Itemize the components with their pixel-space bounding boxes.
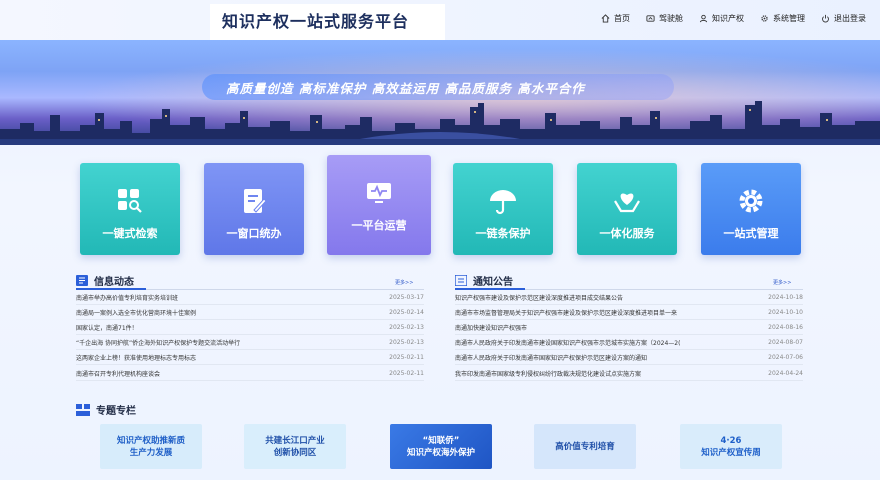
tile-protection-label: 一链条保护 [475,227,531,240]
home-icon [601,14,610,23]
news-more-link[interactable]: 更多>> [395,279,413,286]
top-nav: 首页 驾驶舱 知识产权 系统管理 退出登录 [601,13,866,24]
list-item[interactable]: 南通市召开专利代理机构座谈会 2025-02-11 [76,366,424,381]
list-item[interactable]: 知识产权强市建设及保护示范区建设深度推进项目成交结果公告 2024-10-18 [455,290,803,305]
news-item-title: 国家认定，南通71件！ [76,324,138,332]
notice-item-date: 2024-10-10 [768,308,803,316]
notice-item-title: 知识产权强市建设及保护示范区建设深度推进项目成交结果公告 [455,294,624,302]
user-icon [699,14,708,23]
topic-card-overseas[interactable]: “知联侨” 知识产权海外保护 [390,424,492,469]
nav-logout[interactable]: 退出登录 [821,13,866,24]
notice-item-title: 南通市市场监督管理局关于知识产权强市建设及保护示范区建设深度推进项目单一来 [455,309,678,317]
list-item[interactable]: “千企出海 协同护航”侨企海外知识产权保护专题交流活动举行 2025-02-13 [76,335,424,350]
tile-platform-label: 一平台运营 [351,219,407,232]
topic-card-label: “知联侨” 知识产权海外保护 [406,435,475,458]
news-item-title: 南通市召开专利代理机构座谈会 [76,370,161,378]
notice-item-date: 2024-10-18 [768,293,803,301]
topic-card-new-productivity[interactable]: 知识产权助推新质 生产力发展 [100,424,202,469]
news-header: 信息动态 [76,273,134,288]
topic-card-label: 4·26 知识产权宣传周 [701,435,761,458]
monitor-icon [367,183,391,203]
notice-more-link[interactable]: 更多>> [773,279,791,286]
notice-item-date: 2024-08-16 [768,323,803,331]
news-item-date: 2025-03-17 [389,293,424,301]
gear-icon [739,189,763,213]
nav-ip-label: 知识产权 [712,14,744,23]
umbrella-icon [490,190,516,215]
tile-service-label: 一体化服务 [599,227,655,240]
topic-card-yangtze[interactable]: 共建长江口产业 创新协同区 [244,424,346,469]
news-icon [76,275,88,286]
gear-icon [761,15,768,22]
tile-window[interactable]: 一窗口统办 [204,163,304,255]
tile-protection[interactable]: 一链条保护 [453,163,553,255]
tile-platform[interactable]: 一平台运营 [327,155,431,255]
tile-service[interactable]: 一体化服务 [577,163,677,255]
nav-logout-label: 退出登录 [834,14,866,23]
nav-home[interactable]: 首页 [601,13,630,24]
nav-ip[interactable]: 知识产权 [699,13,744,24]
nav-dashboard-label: 驾驶舱 [659,14,683,23]
hero-banner: 高质量创造 高标准保护 高效益运用 高品质服务 高水平合作 [0,40,880,145]
tile-window-label: 一窗口统办 [226,227,282,240]
dashboard-icon [646,15,655,22]
list-item[interactable]: 我市印发南通市国家级专利侵权纠纷行政裁决规范化建设试点实施方案 2024-04-2… [455,366,803,381]
list-item[interactable]: 南通市市场监督管理局关于知识产权强市建设及保护示范区建设深度推进项目单一来 202… [455,305,803,320]
topic-card-label: 高价值专利培育 [555,441,615,452]
heart-hands-icon [614,193,640,213]
notice-item-date: 2024-04-24 [768,369,803,377]
news-item-date: 2025-02-13 [389,323,424,331]
news-item-title: 南通市举办高价值专利培育实务培训班 [76,294,179,302]
notice-header: 通知公告 [455,273,513,288]
document-edit-icon [244,189,267,213]
site-title[interactable]: 知识产权一站式服务平台 [222,8,409,32]
notice-item-title: 我市印发南通市国家级专利侵权纠纷行政裁决规范化建设试点实施方案 [455,370,642,378]
list-item[interactable]: 南通局一案例入选全市优化营商环境十佳案例 2025-02-14 [76,305,424,320]
topics-header: 专题专栏 [76,402,136,417]
grid-search-icon [118,189,142,213]
news-item-title: “千企出海 协同护航”侨企海外知识产权保护专题交流活动举行 [76,339,241,347]
tile-search-label: 一键式检索 [102,227,158,240]
tile-management[interactable]: 一站式管理 [701,163,801,255]
news-item-date: 2025-02-11 [389,369,424,377]
topic-card-label: 知识产权助推新质 生产力发展 [116,435,185,458]
news-title: 信息动态 [94,277,134,288]
top-header: 知识产权一站式服务平台 首页 驾驶舱 知识产权 系统管理 退出登录 [0,0,880,40]
news-item-date: 2025-02-11 [389,353,424,361]
topic-card-426[interactable]: 4·26 知识产权宣传周 [680,424,782,469]
list-item[interactable]: 南通市举办高价值专利培育实务培训班 2025-03-17 [76,290,424,305]
list-item[interactable]: 南通加快建设知识产权强市 2024-08-16 [455,320,803,335]
news-item-date: 2025-02-14 [389,308,424,316]
list-item[interactable]: 国家认定，南通71件！ 2025-02-13 [76,320,424,335]
list-item[interactable]: 南通市人民政府关于印发南通市建设国家知识产权强市示范城市实施方案（2024—2(… [455,335,803,350]
banner-slogan: 高质量创造 高标准保护 高效益运用 高品质服务 高水平合作 [226,81,585,96]
nav-system[interactable]: 系统管理 [760,13,805,24]
nav-system-label: 系统管理 [773,14,805,23]
tile-search[interactable]: 一键式检索 [80,163,180,255]
power-icon [822,14,829,23]
list-item[interactable]: 南通市人民政府关于印发南通市国家知识产权保护示范区建设方案的通知 2024-07-… [455,350,803,365]
topics-title: 专题专栏 [96,406,136,417]
nav-home-label: 首页 [614,14,630,23]
notice-icon [455,275,467,286]
list-item[interactable]: 这两家企业上榜！获准使用地理标志专用标志 2025-02-11 [76,350,424,365]
news-item-date: 2025-02-13 [389,338,424,346]
news-item-title: 这两家企业上榜！获准使用地理标志专用标志 [76,354,197,362]
city-skyline-image [0,101,880,145]
notice-item-date: 2024-08-07 [768,338,803,346]
notice-item-title: 南通市人民政府关于印发南通市建设国家知识产权强市示范城市实施方案（2024—2( [455,339,681,347]
nav-dashboard[interactable]: 驾驶舱 [646,13,683,24]
news-item-title: 南通局一案例入选全市优化营商环境十佳案例 [76,309,197,317]
topic-card-label: 共建长江口产业 创新协同区 [265,435,325,458]
topics-icon [76,403,90,416]
notice-title: 通知公告 [473,277,513,288]
topic-card-patent[interactable]: 高价值专利培育 [534,424,636,469]
tile-management-label: 一站式管理 [723,227,779,240]
notice-item-title: 南通市人民政府关于印发南通市国家知识产权保护示范区建设方案的通知 [455,354,648,362]
notice-item-title: 南通加快建设知识产权强市 [455,324,528,332]
notice-item-date: 2024-07-06 [768,353,803,361]
